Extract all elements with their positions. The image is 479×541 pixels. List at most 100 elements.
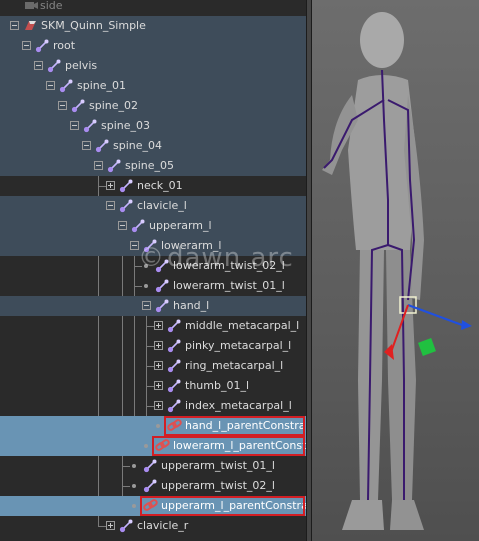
skeletal-mesh-icon: [25, 21, 36, 30]
outliner-item-label: upperarm_l: [149, 219, 212, 232]
outliner-item-label: upperarm_twist_02_l: [161, 479, 275, 492]
camera-icon: [25, 2, 38, 9]
joint-icon: [71, 99, 85, 113]
outliner-item-pelvis[interactable]: pelvis: [0, 56, 306, 76]
expand-plus-icon[interactable]: [154, 401, 163, 410]
outliner-item-upperarm-twist-01-l[interactable]: upperarm_twist_01_l: [0, 456, 306, 476]
outliner-item-label: clavicle_l: [137, 199, 187, 212]
outliner-item-thumb-01-l[interactable]: thumb_01_l: [0, 376, 306, 396]
character-left-leg: [386, 250, 416, 500]
expand-plus-icon[interactable]: [154, 321, 163, 330]
outliner-item-label: index_metacarpal_l: [185, 399, 292, 412]
outliner-item-label: lowerarm_l_parentConstraint1: [173, 439, 306, 452]
collapse-minus-icon[interactable]: [10, 21, 19, 30]
outliner-item-skm-quinn-simple[interactable]: SKM_Quinn_Simple: [0, 16, 306, 36]
outliner-item-index-metacarpal-l[interactable]: index_metacarpal_l: [0, 396, 306, 416]
outliner-item-spine-04[interactable]: spine_04: [0, 136, 306, 156]
outliner-item-spine-05[interactable]: spine_05: [0, 156, 306, 176]
joint-icon: [155, 299, 169, 313]
watermark: dawn arc: [138, 243, 294, 273]
outliner-item-spine-02[interactable]: spine_02: [0, 96, 306, 116]
constraint-icon: [155, 439, 170, 451]
outliner-item-upperarm-twist-02-l[interactable]: upperarm_twist_02_l: [0, 476, 306, 496]
outliner-item-upperarm-l-parentconstraint1[interactable]: upperarm_l_parentConstraint1: [0, 496, 306, 516]
outliner-item-label: middle_metacarpal_l: [185, 319, 300, 332]
expand-plus-icon[interactable]: [106, 181, 115, 190]
outliner-item-label: upperarm_twist_01_l: [161, 459, 275, 472]
expand-plus-icon[interactable]: [154, 341, 163, 350]
expand-plus-icon[interactable]: [106, 521, 115, 530]
joint-icon: [155, 279, 169, 293]
character-right-foot: [342, 500, 384, 530]
outliner-item-hand-l[interactable]: hand_l: [0, 296, 306, 316]
joint-icon: [143, 459, 157, 473]
collapse-minus-icon[interactable]: [118, 221, 127, 230]
collapse-minus-icon[interactable]: [106, 201, 115, 210]
expand-plus-icon[interactable]: [154, 381, 163, 390]
character-viewport-scene: [322, 12, 472, 530]
outliner-item-neck-01[interactable]: neck_01: [0, 176, 306, 196]
outliner-item-pinky-metacarpal-l[interactable]: pinky_metacarpal_l: [0, 336, 306, 356]
joint-icon: [47, 59, 61, 73]
outliner-item-lowerarm-twist-01-l[interactable]: lowerarm_twist_01_l: [0, 276, 306, 296]
joint-icon: [35, 39, 49, 53]
collapse-minus-icon[interactable]: [34, 61, 43, 70]
outliner-item-middle-metacarpal-l[interactable]: middle_metacarpal_l: [0, 316, 306, 336]
outliner-item-label: thumb_01_l: [185, 379, 250, 392]
outliner-item-spine-03[interactable]: spine_03: [0, 116, 306, 136]
leaf-dot-icon: [156, 424, 160, 428]
collapse-minus-icon[interactable]: [46, 81, 55, 90]
outliner-item-label: lowerarm_twist_01_l: [173, 279, 285, 292]
outliner-item-label: hand_l_parentConstraint1: [185, 419, 306, 432]
outliner-item-clavicle-r[interactable]: clavicle_r: [0, 516, 306, 536]
outliner-item-label: upperarm_l_parentConstraint1: [161, 499, 306, 512]
outliner-item-label: spine_02: [89, 99, 139, 112]
leaf-dot-icon: [132, 484, 136, 488]
outliner-item-label: hand_l: [173, 299, 210, 312]
outliner-item-label: pelvis: [65, 59, 98, 72]
joint-icon: [119, 519, 133, 533]
outliner-item-label: SKM_Quinn_Simple: [41, 19, 146, 32]
outliner-item-label: ring_metacarpal_l: [185, 359, 284, 372]
leaf-dot-icon: [132, 504, 136, 508]
outliner-item-upperarm-l[interactable]: upperarm_l: [0, 216, 306, 236]
expand-plus-icon[interactable]: [154, 361, 163, 370]
collapse-minus-icon[interactable]: [142, 301, 151, 310]
joint-icon: [167, 319, 181, 333]
character-head: [360, 12, 404, 68]
outliner-item-hand-l-parentconstraint1[interactable]: hand_l_parentConstraint1: [0, 416, 306, 436]
collapse-minus-icon[interactable]: [58, 101, 67, 110]
outliner-item-label: pinky_metacarpal_l: [185, 339, 292, 352]
outliner-item-ring-metacarpal-l[interactable]: ring_metacarpal_l: [0, 356, 306, 376]
collapse-minus-icon[interactable]: [82, 141, 91, 150]
outliner-item-label: spine_01: [77, 79, 127, 92]
outliner-item-label: spine_04: [113, 139, 163, 152]
translate-handle-y[interactable]: [418, 338, 436, 356]
joint-icon: [167, 339, 181, 353]
leaf-dot-icon: [144, 444, 148, 448]
collapse-minus-icon[interactable]: [70, 121, 79, 130]
constraint-icon: [167, 419, 182, 431]
joint-icon: [107, 159, 121, 173]
joint-icon: [119, 179, 133, 193]
outliner-item-label: side: [40, 0, 63, 12]
collapse-minus-icon[interactable]: [94, 161, 103, 170]
outliner-item-camera[interactable]: side: [0, 0, 306, 16]
translate-arrow-x[interactable]: [461, 320, 472, 330]
viewport-3d[interactable]: [312, 0, 479, 541]
joint-icon: [143, 479, 157, 493]
outliner-item-lowerarm-l-parentconstraint1[interactable]: lowerarm_l_parentConstraint1: [0, 436, 306, 456]
joint-icon: [167, 399, 181, 413]
leaf-dot-icon: [132, 464, 136, 468]
outliner-item-label: neck_01: [137, 179, 183, 192]
joint-icon: [95, 139, 109, 153]
outliner-item-spine-01[interactable]: spine_01: [0, 76, 306, 96]
character-left-foot: [390, 500, 424, 530]
leaf-dot-icon: [144, 284, 148, 288]
outliner-item-clavicle-l[interactable]: clavicle_l: [0, 196, 306, 216]
collapse-minus-icon[interactable]: [22, 41, 31, 50]
joint-icon: [167, 379, 181, 393]
outliner-item-root[interactable]: root: [0, 36, 306, 56]
translate-axis-x[interactable]: [407, 304, 463, 326]
outliner-item-label: root: [53, 39, 76, 52]
